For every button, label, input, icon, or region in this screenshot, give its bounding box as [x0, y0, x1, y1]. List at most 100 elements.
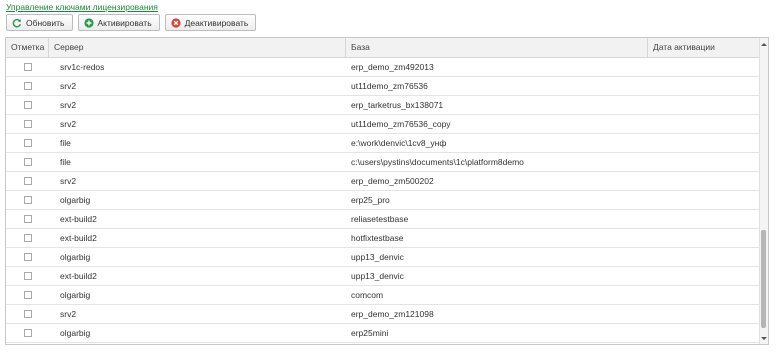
table-row[interactable]: srv2 erp_tarketrus_bx138071 [6, 96, 761, 115]
mark-cell [6, 324, 49, 342]
column-header-server[interactable]: Сервер [49, 38, 346, 57]
row-checkbox[interactable] [23, 101, 32, 109]
activation-date-cell [648, 134, 761, 152]
mark-cell [6, 134, 49, 152]
mark-cell [6, 58, 49, 76]
mark-cell [6, 305, 49, 323]
scroll-up-arrow-icon[interactable] [760, 40, 768, 48]
activation-date-cell [648, 77, 761, 95]
table-row[interactable]: olgarbig upp13_denvic [6, 248, 761, 267]
server-cell: file [60, 138, 71, 148]
base-cell: ut11demo_zm76536 [351, 81, 428, 91]
base-cell: upp13_denvic [351, 252, 404, 262]
row-checkbox[interactable] [23, 158, 32, 166]
row-checkbox[interactable] [23, 82, 32, 90]
table-body: srv1c-redos erp_demo_zm492013 srv2 ut11d… [6, 58, 761, 343]
activate-button-label: Активировать [97, 17, 152, 28]
table-row[interactable]: olgarbig erp25_pro [6, 191, 761, 210]
table-row[interactable]: srv2 erp_demo_zm500202 [6, 172, 761, 191]
row-checkbox[interactable] [23, 234, 32, 242]
activation-date-cell [648, 248, 761, 266]
server-cell: srv2 [60, 100, 77, 110]
server-cell: srv2 [60, 119, 77, 129]
deactivate-button[interactable]: Деактивировать [164, 14, 257, 31]
row-checkbox[interactable] [23, 310, 32, 318]
table-row[interactable]: srv1c-redos erp_demo_zm492013 [6, 58, 761, 77]
column-header-base[interactable]: База [346, 38, 648, 57]
table-row[interactable]: srv2 ut11demo_zm76536_copy [6, 115, 761, 134]
base-cell: erp_tarketrus_bx138071 [351, 100, 444, 110]
mark-cell [6, 229, 49, 247]
table-row[interactable]: file c:\users\pystins\documents\1c\platf… [6, 153, 761, 172]
mark-cell [6, 248, 49, 266]
toolbar: Обновить Активировать Деактивировать [6, 14, 257, 31]
base-cell: erp_demo_zm121098 [351, 309, 434, 319]
server-cell: ext-build2 [60, 214, 97, 224]
table-row[interactable]: olgarbig comcom [6, 286, 761, 305]
mark-cell [6, 96, 49, 114]
row-checkbox[interactable] [23, 291, 32, 299]
base-cell: erp_demo_zm492013 [351, 62, 434, 72]
column-header-mark[interactable]: Отметка [6, 38, 49, 57]
base-cell: upp13_denvic [351, 271, 404, 281]
activation-date-cell [648, 267, 761, 285]
table-row[interactable]: ext-build2 hotfixtestbase [6, 229, 761, 248]
base-cell: erp25_pro [351, 195, 390, 205]
license-keys-form: Управление ключами лицензирования Обнови… [0, 0, 779, 353]
server-cell: ext-build2 [60, 271, 97, 281]
activation-date-cell [648, 286, 761, 304]
base-cell: comcom [351, 290, 384, 300]
table-row[interactable]: olgarbig erp25mini [6, 324, 761, 343]
table-row[interactable]: srv2 ut11demo_zm76536 [6, 77, 761, 96]
mark-cell [6, 210, 49, 228]
activation-date-cell [648, 191, 761, 209]
server-cell: olgarbig [60, 328, 91, 338]
table-row[interactable]: file e:\work\denvic\1cv8_унф [6, 134, 761, 153]
server-cell: srv1c-redos [60, 62, 105, 72]
server-cell: olgarbig [60, 252, 91, 262]
column-header-activation-date[interactable]: Дата активации [648, 38, 761, 57]
refresh-button[interactable]: Обновить [6, 14, 73, 31]
mark-cell [6, 191, 49, 209]
mark-cell [6, 115, 49, 133]
activation-date-cell [648, 58, 761, 76]
server-cell: srv2 [60, 81, 77, 91]
activation-date-cell [648, 153, 761, 171]
activation-date-cell [648, 324, 761, 342]
base-cell: e:\work\denvic\1cv8_унф [351, 138, 447, 148]
row-checkbox[interactable] [23, 120, 32, 128]
base-cell: c:\users\pystins\documents\1c\platform8d… [351, 157, 524, 167]
license-keys-table: Отметка Сервер База Дата активации srv1c… [5, 37, 769, 345]
vertical-scrollbar[interactable] [759, 38, 768, 344]
table-row[interactable]: ext-build2 upp13_denvic [6, 267, 761, 286]
row-checkbox[interactable] [23, 215, 32, 223]
table-row[interactable]: ext-build2 reliasetestbase [6, 210, 761, 229]
activate-button[interactable]: Активировать [77, 14, 160, 31]
row-checkbox[interactable] [23, 272, 32, 280]
activation-date-cell [648, 229, 761, 247]
row-checkbox[interactable] [23, 139, 32, 147]
table-row[interactable]: srv2 erp_demo_zm121098 [6, 305, 761, 324]
row-checkbox[interactable] [23, 329, 32, 337]
scroll-thumb[interactable] [761, 230, 766, 328]
mark-cell [6, 286, 49, 304]
mark-cell [6, 77, 49, 95]
mark-cell [6, 172, 49, 190]
server-cell: olgarbig [60, 290, 91, 300]
deactivate-button-label: Деактивировать [184, 17, 249, 28]
row-checkbox[interactable] [23, 196, 32, 204]
x-circle-icon [171, 17, 181, 28]
row-checkbox[interactable] [23, 63, 32, 71]
activation-date-cell [648, 210, 761, 228]
activation-date-cell [648, 115, 761, 133]
row-checkbox[interactable] [23, 253, 32, 261]
base-cell: reliasetestbase [351, 214, 409, 224]
row-checkbox[interactable] [23, 177, 32, 185]
activation-date-cell [648, 305, 761, 323]
base-cell: ut11demo_zm76536_copy [351, 119, 451, 129]
server-cell: srv2 [60, 176, 77, 186]
scroll-down-arrow-icon[interactable] [760, 334, 768, 342]
server-cell: file [60, 157, 71, 167]
server-cell: srv2 [60, 309, 77, 319]
form-title-link[interactable]: Управление ключами лицензирования [6, 2, 158, 12]
